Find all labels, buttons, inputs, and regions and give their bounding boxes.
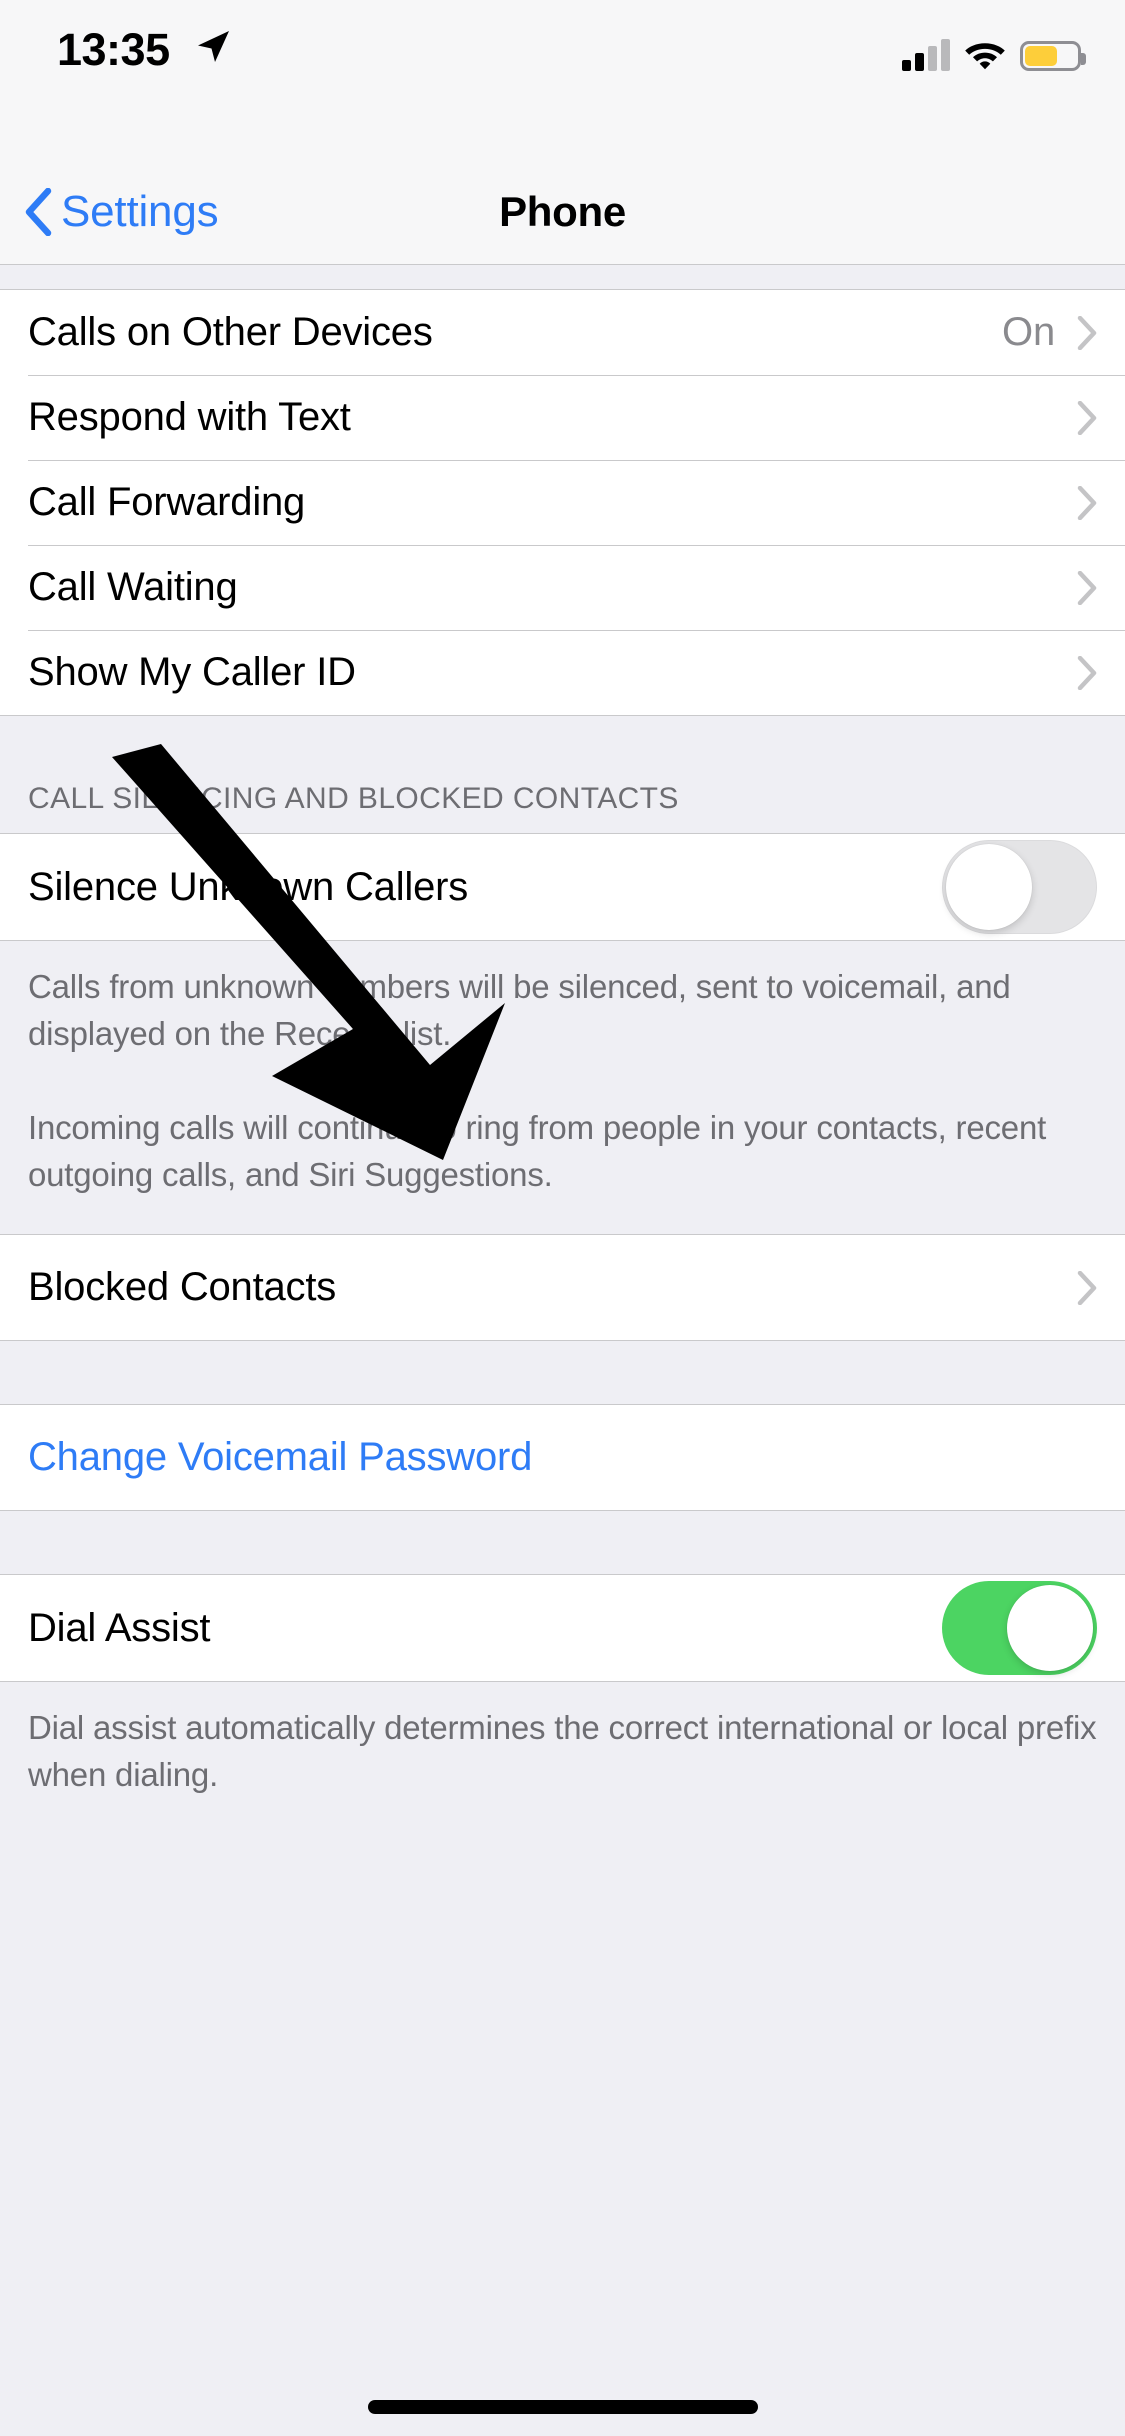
row-accessory	[1077, 570, 1097, 605]
row-label: Dial Assist	[28, 1606, 211, 1650]
cellular-signal-icon	[902, 39, 950, 71]
status-bar-time: 13:35	[57, 24, 170, 75]
location-arrow-icon	[198, 31, 229, 62]
row-label: Call Waiting	[28, 565, 238, 609]
row-accessory: On	[1002, 310, 1097, 355]
home-indicator	[367, 2400, 758, 2414]
iphone-screen: 13:35 Settings Phone Calls on Other Devi…	[0, 0, 1125, 2436]
row-label: Blocked Contacts	[28, 1265, 337, 1309]
table-row-silence-unknown-callers[interactable]: Silence Unknown Callers	[0, 834, 1125, 940]
list-top-spacer	[0, 265, 1125, 289]
chevron-right-icon	[1077, 315, 1097, 350]
table-row-dial-assist[interactable]: Dial Assist	[0, 1575, 1125, 1681]
chevron-right-icon	[1077, 655, 1097, 690]
row-accessory	[1077, 655, 1097, 690]
row-accessory	[1077, 485, 1097, 520]
status-bar: 13:35	[0, 0, 1125, 100]
section-gap-dial-assist	[0, 1511, 1125, 1574]
section-gap-voicemail	[0, 1341, 1125, 1404]
change-voicemail-password-label: Change Voicemail Password	[28, 1435, 533, 1479]
row-accessory	[1077, 1270, 1097, 1305]
table-row-call-forwarding[interactable]: Call Forwarding	[0, 460, 1125, 545]
calls-section: Calls on Other Devices On Respond with T…	[0, 289, 1125, 716]
row-label: Silence Unknown Callers	[28, 865, 469, 909]
page-title: Phone	[499, 188, 626, 235]
chevron-right-icon	[1077, 485, 1097, 520]
chevron-right-icon	[1077, 400, 1097, 435]
table-row-respond-with-text[interactable]: Respond with Text	[0, 375, 1125, 460]
row-value: On	[1002, 310, 1055, 354]
chevron-right-icon	[1077, 1270, 1097, 1305]
section-header-label: CALL SILENCING AND BLOCKED CONTACTS	[28, 782, 679, 815]
navigation-bar: Settings Phone	[0, 100, 1125, 265]
wifi-icon	[965, 43, 1005, 70]
status-bar-indicators	[902, 27, 1086, 71]
dial-assist-section: Dial Assist	[0, 1574, 1125, 1682]
dial-assist-footer: Dial assist automatically determines the…	[0, 1682, 1125, 1798]
table-row-call-waiting[interactable]: Call Waiting	[0, 545, 1125, 630]
table-row-change-voicemail-password[interactable]: Change Voicemail Password	[0, 1405, 1125, 1510]
table-row-calls-on-other-devices[interactable]: Calls on Other Devices On	[0, 290, 1125, 375]
footer-paragraph-2: Incoming calls will continue to ring fro…	[28, 1109, 1047, 1193]
table-row-blocked-contacts[interactable]: Blocked Contacts	[0, 1235, 1125, 1340]
voicemail-password-section: Change Voicemail Password	[0, 1404, 1125, 1511]
footer-paragraph-1: Calls from unknown numbers will be silen…	[28, 968, 1011, 1052]
row-accessory	[1077, 400, 1097, 435]
row-accessory	[942, 840, 1097, 934]
silence-unknown-callers-toggle[interactable]	[942, 840, 1097, 934]
row-accessory	[942, 1581, 1097, 1675]
chevron-right-icon	[1077, 570, 1097, 605]
dial-assist-toggle[interactable]	[942, 1581, 1097, 1675]
silence-unknown-callers-section: Silence Unknown Callers	[0, 833, 1125, 941]
battery-icon	[1020, 41, 1086, 71]
table-row-show-my-caller-id[interactable]: Show My Caller ID	[0, 630, 1125, 715]
toggle-knob	[946, 844, 1032, 930]
toggle-knob	[1007, 1585, 1093, 1671]
section-header-call-silencing: CALL SILENCING AND BLOCKED CONTACTS	[0, 716, 1125, 833]
settings-list: Calls on Other Devices On Respond with T…	[0, 265, 1125, 1798]
row-label: Calls on Other Devices	[28, 310, 433, 354]
row-label: Show My Caller ID	[28, 650, 356, 694]
row-label: Respond with Text	[28, 395, 351, 439]
blocked-contacts-section: Blocked Contacts	[0, 1234, 1125, 1341]
row-label: Call Forwarding	[28, 480, 306, 524]
silence-unknown-callers-footer: Calls from unknown numbers will be silen…	[0, 941, 1125, 1234]
footer-paragraph: Dial assist automatically determines the…	[28, 1709, 1097, 1793]
